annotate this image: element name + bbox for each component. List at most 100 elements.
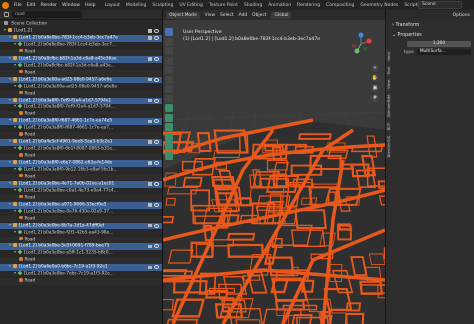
properties-section[interactable]: ⌄ Properties <box>386 30 474 40</box>
scale-tool-icon[interactable] <box>165 66 173 74</box>
visibility-eye-icon[interactable] <box>154 35 159 40</box>
render-camera-icon[interactable] <box>148 161 152 165</box>
expand-triangle-icon[interactable] <box>14 84 16 87</box>
visibility-eye-icon[interactable] <box>154 29 159 33</box>
tab-modeling[interactable]: Modeling <box>123 2 149 9</box>
move-tool-icon[interactable] <box>165 47 173 55</box>
select-tool-icon[interactable] <box>165 28 173 36</box>
render-camera-icon[interactable] <box>148 140 152 144</box>
object-row[interactable]: [Lod1.2] b0a3e0be-6b7a-1d1a-47dff0ef <box>0 222 162 230</box>
material-row[interactable]: Road <box>0 69 162 77</box>
object-row[interactable]: [Lod1.2] b0a3e0be-4e71-7a0b-02ee-a1ec01 <box>0 180 162 188</box>
object-row[interactable]: [Lod1.2] b0a4e5cf-4961-9ee8-5aa3-b3c2e1 <box>0 139 162 146</box>
expand-triangle-icon[interactable] <box>14 147 16 150</box>
expand-triangle-icon[interactable] <box>14 105 16 108</box>
city-model[interactable] <box>163 20 385 324</box>
material-row[interactable]: Road <box>0 132 162 140</box>
tab-geometry-nodes[interactable]: Geometry Nodes <box>357 2 401 9</box>
mesh-row[interactable]: [Lod1.2] b0a3a8f0-6b1f-8087-0863-b31e... <box>0 146 162 153</box>
expand-triangle-icon[interactable] <box>9 35 11 38</box>
expand-triangle-icon[interactable] <box>9 140 11 143</box>
measure-tool-icon[interactable] <box>165 94 173 103</box>
mesh-row[interactable]: [Lod1.2] b0a3a8f0-9b12-16b3-e8af-5fe1b..… <box>0 167 162 174</box>
object-row[interactable]: [Lod1.2] b0a6e0a0-b6bc-7c19-a1f3-92e1 <box>0 264 162 272</box>
tab-rendering[interactable]: Rendering <box>294 2 323 9</box>
tab-uv-editing[interactable]: UV Editing <box>176 2 205 9</box>
expand-triangle-icon[interactable] <box>14 188 16 191</box>
property-value-field[interactable]: 1.200 <box>407 41 471 47</box>
mesh-row[interactable]: [Lod1.2] b0a3e0be-f2f1-42b5-aa43-98e... <box>0 229 162 237</box>
material-row[interactable]: Road <box>0 257 162 265</box>
visibility-eye-icon[interactable] <box>154 77 159 82</box>
object-row[interactable]: [Lod1.2] b0a3e0be-5e5f-0691-f789-bee75 <box>0 243 162 251</box>
render-camera-icon[interactable] <box>148 244 152 249</box>
material-row[interactable]: Road <box>0 111 162 119</box>
transform-tool-icon[interactable] <box>165 75 173 84</box>
object-row[interactable]: [Lod1.2] b0a3a8f0-e6e7-0862-e63a-fe14de <box>0 160 162 167</box>
object-row[interactable]: [Lod1.2] b0a8e0be-783f-1cc4-b3eb-3ec7a47… <box>0 34 162 42</box>
render-camera-icon[interactable] <box>148 265 152 270</box>
render-camera-icon[interactable] <box>148 223 152 228</box>
render-camera-icon[interactable] <box>148 57 152 61</box>
transform-orientation[interactable]: Global <box>271 11 292 19</box>
render-camera-icon[interactable] <box>148 77 152 82</box>
expand-triangle-icon[interactable] <box>14 168 16 170</box>
mesh-row[interactable]: [Lod1.2] b0a3e0be-0e76-430e-02a9-37... <box>0 208 162 216</box>
object-row[interactable]: [Lod1.2] b0a3a8f0-f687-4661-1c7e-ea74e5 <box>0 118 162 126</box>
expand-triangle-icon[interactable] <box>14 42 16 45</box>
material-row[interactable]: Road <box>0 236 162 244</box>
annotate-tool-icon[interactable] <box>165 85 173 93</box>
tab-tool[interactable]: Tool <box>386 64 391 77</box>
visibility-eye-icon[interactable] <box>154 98 159 103</box>
mesh-row[interactable]: [Lod1.2] b0a3e0be-7ebc-7c19-a1f3-92e... <box>0 271 162 278</box>
expand-triangle-icon[interactable] <box>14 63 16 66</box>
scene-selector[interactable]: Scene <box>418 1 462 9</box>
material-row[interactable]: Road <box>0 90 162 98</box>
search-input[interactable]: road <box>12 11 82 18</box>
menu-object[interactable]: Object <box>252 13 266 18</box>
blender-logo-icon[interactable] <box>2 1 9 9</box>
rotate-tool-icon[interactable] <box>165 56 173 65</box>
bim-window-tool-icon[interactable] <box>165 132 173 141</box>
mode-selector[interactable]: Object Mode <box>166 11 200 19</box>
visibility-eye-icon[interactable] <box>154 265 159 270</box>
material-row[interactable]: Road <box>0 215 162 223</box>
tab-blendergis[interactable]: BlenderGIS <box>386 134 391 160</box>
tab-shading[interactable]: Shading <box>241 2 265 9</box>
menu-add[interactable]: Add <box>239 13 248 18</box>
menu-render[interactable]: Render <box>41 3 57 8</box>
expand-triangle-icon[interactable] <box>9 119 11 122</box>
tab-bcf[interactable]: BCF <box>386 120 391 133</box>
expand-triangle-icon[interactable] <box>14 230 16 233</box>
3d-viewport[interactable]: Object Mode View Select Add Object Globa… <box>163 10 385 324</box>
expand-triangle-icon[interactable] <box>14 126 16 129</box>
transform-section[interactable]: › Transform <box>386 20 474 30</box>
grid-toggle-icon[interactable]: # <box>371 94 379 102</box>
render-camera-icon[interactable] <box>148 119 152 124</box>
visibility-eye-icon[interactable] <box>154 140 159 145</box>
mesh-row[interactable]: [Lod1.2] b0a3e0be-a5ff-1c1-3235-b8c0... <box>0 250 162 257</box>
bim-beam-tool-icon[interactable] <box>165 151 173 160</box>
cursor-tool-icon[interactable] <box>165 37 173 46</box>
visibility-eye-icon[interactable] <box>154 119 159 124</box>
visibility-eye-icon[interactable] <box>154 202 159 207</box>
object-row[interactable]: [Lod1.2] b0a3e00a-ad25-08e0-9457-a6e6e <box>0 76 162 84</box>
visibility-eye-icon[interactable] <box>154 181 159 186</box>
object-row[interactable]: [Lod1.2] b0a3e0be-a971-9066-33ecf0e5 <box>0 201 162 209</box>
material-row[interactable]: Road <box>0 278 162 285</box>
zoom-icon[interactable]: + <box>371 64 379 72</box>
menu-edit[interactable]: Edit <box>27 3 36 8</box>
visibility-eye-icon[interactable] <box>154 223 159 228</box>
expand-triangle-icon[interactable] <box>9 265 11 268</box>
expand-triangle-icon[interactable] <box>9 161 11 164</box>
render-camera-icon[interactable] <box>148 182 152 186</box>
filter-icon[interactable] <box>4 12 9 17</box>
object-row[interactable]: [Lod1.2] b0a3a8f0-7ef9-f1e4-a1d7-5794e1 <box>0 97 162 105</box>
material-row[interactable]: Road <box>0 153 162 160</box>
options-dropdown[interactable]: Options <box>386 10 474 20</box>
expand-triangle-icon[interactable] <box>14 209 16 212</box>
mesh-row[interactable]: [Lod1.2] b0a3e00a-ad25-08e0-9457-a6e6e <box>0 83 162 91</box>
menu-help[interactable]: Help <box>85 3 95 8</box>
tab-layout[interactable]: Layout <box>102 2 123 9</box>
expand-triangle-icon[interactable] <box>9 244 11 247</box>
